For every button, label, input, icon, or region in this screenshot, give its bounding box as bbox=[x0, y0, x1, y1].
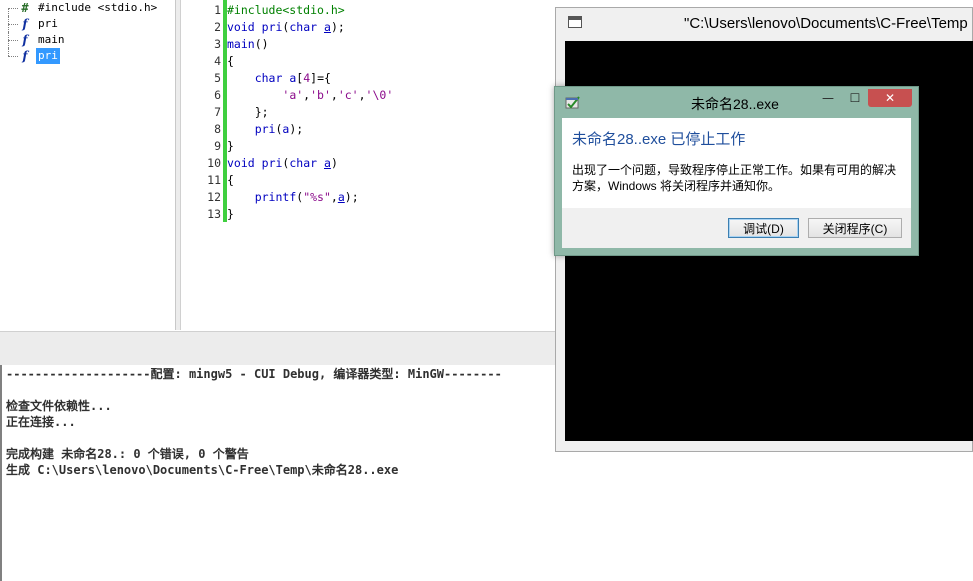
function-icon: f bbox=[22, 33, 28, 47]
tree-connector bbox=[8, 48, 18, 64]
app-error-icon bbox=[565, 96, 580, 109]
line-number: 13 bbox=[207, 207, 221, 221]
function-icon: f bbox=[22, 17, 28, 31]
maximize-button[interactable]: ☐ bbox=[844, 89, 866, 107]
dialog-heading: 未命名28..exe 已停止工作 bbox=[572, 131, 746, 148]
console-title: "C:\Users\lenovo\Documents\C-Free\Temp bbox=[684, 15, 968, 32]
code-line: pri(a); bbox=[254, 122, 304, 136]
output-line: --------------------配置: mingw5 - CUI Deb… bbox=[6, 367, 502, 381]
code-line: printf("%s",a); bbox=[254, 190, 359, 204]
close-program-button[interactable]: 关闭程序(C) bbox=[808, 218, 902, 238]
tree-connector bbox=[8, 16, 18, 32]
dialog-message: 出现了一个问题，导致程序停止正常工作。如果有可用的解决方案，Windows 将关… bbox=[572, 163, 897, 193]
code-editor[interactable]: 1 2 3 4 5 6 7 8 9 10 11 12 13 #include<s… bbox=[181, 0, 573, 330]
console-titlebar[interactable]: "C:\Users\lenovo\Documents\C-Free\Temp bbox=[556, 8, 973, 40]
dialog-footer: 调试(D) 关闭程序(C) bbox=[562, 208, 911, 248]
code-line: #include<stdio.h> bbox=[227, 3, 345, 17]
line-number: 5 bbox=[214, 71, 221, 85]
minimize-button[interactable]: — bbox=[817, 89, 839, 107]
line-number: 7 bbox=[214, 105, 221, 119]
code-line: 'a','b','c','\0' bbox=[282, 88, 394, 102]
line-number: 1 bbox=[214, 3, 221, 17]
line-number: 4 bbox=[214, 54, 221, 68]
output-line: 完成构建 未命名28.: 0 个错误, 0 个警告 bbox=[6, 447, 249, 461]
line-number: 11 bbox=[207, 173, 221, 187]
line-number: 8 bbox=[214, 122, 221, 136]
line-number: 2 bbox=[214, 20, 221, 34]
dialog-content: 未命名28..exe 已停止工作 出现了一个问题，导致程序停止正常工作。如果有可… bbox=[562, 118, 911, 208]
close-icon[interactable]: ✕ bbox=[868, 89, 912, 107]
code-line: } bbox=[227, 139, 234, 153]
tree-item-label: pri bbox=[38, 17, 58, 30]
console-window-icon[interactable] bbox=[568, 16, 582, 28]
code-line: main() bbox=[227, 37, 269, 51]
line-number: 6 bbox=[214, 88, 221, 102]
code-line: } bbox=[227, 207, 234, 221]
line-number-gutter: 1 2 3 4 5 6 7 8 9 10 11 12 13 bbox=[181, 0, 223, 330]
tree-item-label: #include <stdio.h> bbox=[38, 1, 158, 14]
function-icon: f bbox=[22, 49, 28, 63]
hash-icon: # bbox=[21, 1, 29, 15]
line-number: 10 bbox=[207, 156, 221, 170]
symbol-tree: # #include <stdio.h> f pri f main f pri bbox=[0, 0, 176, 330]
code-line: void pri(char a) bbox=[227, 156, 338, 170]
tree-item-label-selected: pri bbox=[36, 48, 60, 64]
code-line: { bbox=[227, 173, 234, 187]
output-line: 生成 C:\Users\lenovo\Documents\C-Free\Temp… bbox=[6, 463, 399, 477]
code-line: char a[4]={ bbox=[254, 71, 331, 85]
code-line: }; bbox=[227, 105, 269, 119]
debug-button[interactable]: 调试(D) bbox=[728, 218, 799, 238]
code-line: void pri(char a); bbox=[227, 20, 345, 34]
line-number: 3 bbox=[214, 37, 221, 51]
program-stopped-dialog[interactable]: 未命名28..exe — ☐ ✕ 未命名28..exe 已停止工作 出现了一个问… bbox=[554, 86, 919, 256]
line-number: 12 bbox=[207, 190, 221, 204]
tree-connector bbox=[8, 0, 18, 16]
output-line: 检查文件依赖性... bbox=[6, 399, 112, 413]
code-line: { bbox=[227, 54, 234, 68]
tree-item-label: main bbox=[38, 33, 65, 46]
output-line: 正在连接... bbox=[6, 415, 76, 429]
tree-connector bbox=[8, 32, 18, 48]
dialog-title: 未命名28..exe bbox=[691, 96, 779, 112]
line-number: 9 bbox=[214, 139, 221, 153]
